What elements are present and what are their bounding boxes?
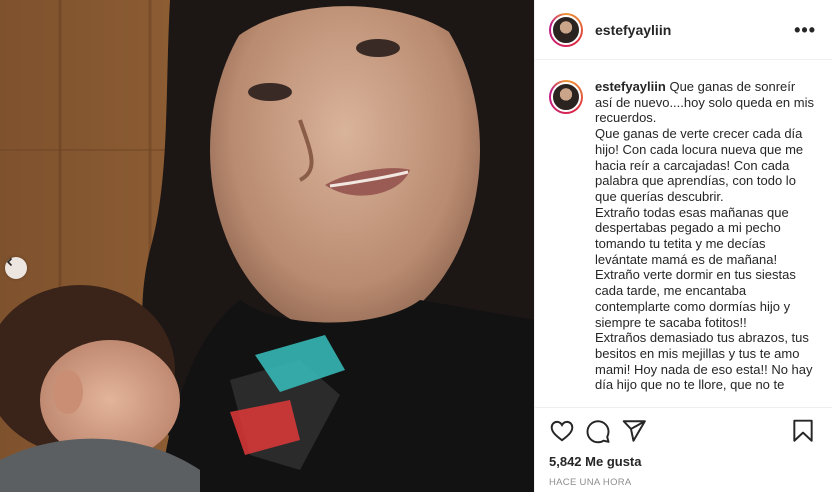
caption-username[interactable]: estefyayliin xyxy=(595,79,666,94)
post-timestamp[interactable]: HACE UNA HORA xyxy=(549,477,816,488)
post-header: estefyayliin ••• xyxy=(535,0,832,60)
post-photo[interactable] xyxy=(0,0,534,492)
post-actions: 5,842 Me gusta HACE UNA HORA xyxy=(535,407,832,488)
caption-body: Que ganas de sonreír así de nuevo....hoy… xyxy=(595,79,814,393)
caption-text: estefyayliin Que ganas de sonreír así de… xyxy=(595,79,816,393)
comment-icon[interactable] xyxy=(585,418,611,444)
selfie-image xyxy=(0,0,534,492)
action-icons xyxy=(549,418,816,444)
comments-section[interactable]: estefyayliin Que ganas de sonreír así de… xyxy=(535,61,832,407)
bookmark-icon[interactable] xyxy=(790,418,816,444)
paper-plane-icon[interactable] xyxy=(621,418,647,444)
likes-count[interactable]: 5,842 Me gusta xyxy=(549,454,816,469)
caption: estefyayliin Que ganas de sonreír así de… xyxy=(549,79,816,393)
avatar[interactable] xyxy=(549,12,583,47)
chevron-left-icon xyxy=(6,257,13,267)
instagram-post: estefyayliin ••• estefyayliin Que ganas … xyxy=(0,0,832,492)
caption-avatar[interactable] xyxy=(549,80,583,114)
heart-icon[interactable] xyxy=(549,418,575,444)
post-side-panel: estefyayliin ••• estefyayliin Que ganas … xyxy=(534,0,832,492)
more-options-icon[interactable]: ••• xyxy=(794,21,816,39)
header-username[interactable]: estefyayliin xyxy=(595,22,671,38)
previous-photo-button[interactable] xyxy=(5,257,27,279)
